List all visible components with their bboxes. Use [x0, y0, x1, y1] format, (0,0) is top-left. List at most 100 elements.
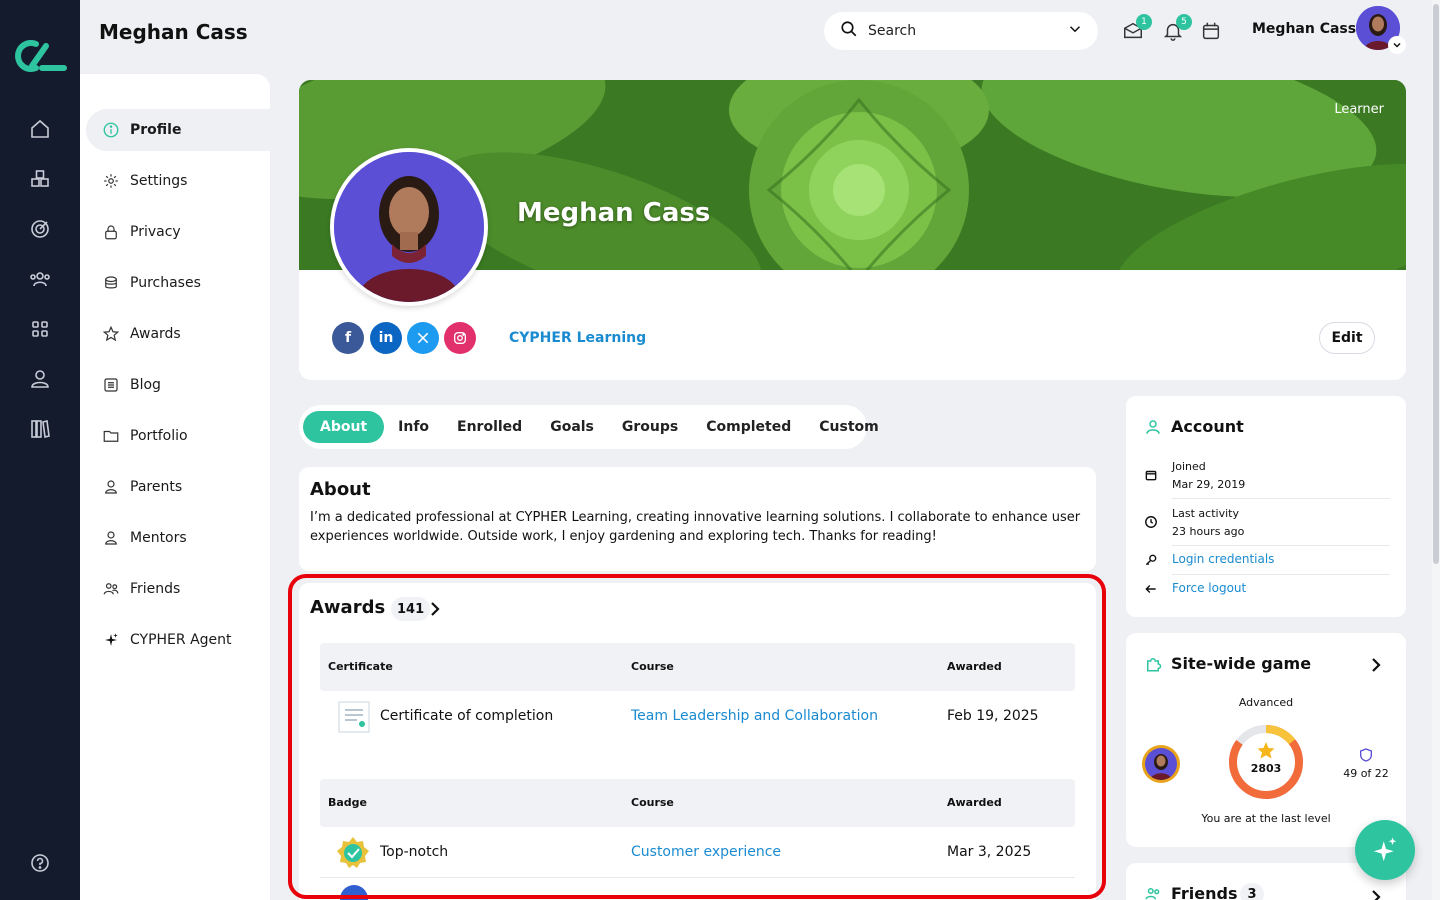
coins-icon — [105, 276, 117, 289]
sidebar-item-mentors[interactable]: Mentors — [86, 517, 270, 559]
home-icon[interactable] — [28, 117, 52, 141]
search-box[interactable] — [824, 12, 1098, 50]
instagram-icon[interactable] — [444, 322, 476, 354]
badge-table-header: Badge Course Awarded — [320, 779, 1075, 827]
facebook-icon[interactable]: f — [332, 322, 364, 354]
course-link[interactable]: Customer experience — [631, 844, 781, 860]
ai-assistant-button[interactable] — [1355, 820, 1415, 880]
tab-goals[interactable]: Goals — [536, 411, 608, 443]
tab-completed[interactable]: Completed — [692, 411, 805, 443]
search-input[interactable] — [868, 23, 1066, 39]
user-icon — [1144, 418, 1162, 440]
help-icon[interactable] — [28, 851, 52, 875]
library-icon[interactable] — [28, 417, 52, 441]
tab-enrolled[interactable]: Enrolled — [443, 411, 536, 443]
joined-text: Joined Mar 29, 2019 — [1172, 458, 1245, 494]
sidebar-item-label: Privacy — [130, 224, 181, 240]
account-title: Account — [1171, 417, 1244, 436]
user-icon[interactable] — [28, 367, 52, 391]
edit-profile-button[interactable]: Edit — [1319, 322, 1375, 354]
awards-title[interactable]: Awards — [310, 597, 385, 618]
last-activity-value: 23 hours ago — [1172, 525, 1245, 538]
tab-info[interactable]: Info — [384, 411, 443, 443]
sidebar-item-profile[interactable]: Profile — [86, 109, 270, 151]
sidebar-item-label: Portfolio — [130, 428, 188, 444]
login-credentials-link[interactable]: Login credentials — [1172, 550, 1274, 568]
sidebar-item-label: Profile — [130, 122, 182, 138]
puzzle-icon — [1144, 655, 1162, 677]
app-logo-icon[interactable] — [12, 36, 68, 76]
chevron-down-icon[interactable] — [1388, 36, 1406, 54]
star-icon — [102, 325, 120, 342]
gear-icon — [104, 174, 118, 188]
game-rank: 49 of 22 — [1343, 767, 1389, 780]
chevron-right-icon[interactable] — [1368, 655, 1384, 679]
lock-icon — [105, 225, 117, 240]
page-title: Meghan Cass — [99, 20, 248, 44]
about-text: I’m a dedicated professional at CYPHER L… — [310, 510, 1081, 544]
game-title[interactable]: Site-wide game — [1171, 654, 1311, 673]
sidebar-item-purchases[interactable]: Purchases — [86, 262, 270, 304]
awarded-date: Feb 19, 2025 — [947, 708, 1039, 724]
sidebar-item-privacy[interactable]: Privacy — [86, 211, 270, 253]
sidebar-item-blog[interactable]: Blog — [86, 364, 270, 406]
chevron-right-icon[interactable] — [1368, 887, 1384, 900]
apps-icon[interactable] — [28, 317, 52, 341]
about-title: About — [310, 479, 371, 500]
divider — [1172, 574, 1390, 575]
bell-icon[interactable]: 5 — [1162, 14, 1192, 42]
tab-custom[interactable]: Custom — [805, 411, 892, 443]
profile-name: Meghan Cass — [517, 198, 711, 228]
profile-organization-link[interactable]: CYPHER Learning — [509, 330, 646, 346]
joined-value: Mar 29, 2019 — [1172, 478, 1246, 491]
column-header: Course — [631, 796, 674, 809]
friends-count-badge: 3 — [1240, 883, 1264, 900]
calendar-icon — [1144, 468, 1158, 482]
divider — [1172, 545, 1390, 546]
x-icon[interactable] — [407, 322, 439, 354]
sidebar-item-label: Purchases — [130, 275, 201, 291]
sidebar-item-label: CYPHER Agent — [130, 632, 232, 648]
header-user-name[interactable]: Meghan Cass — [1252, 21, 1356, 37]
tab-groups[interactable]: Groups — [608, 411, 692, 443]
force-logout-link[interactable]: Force logout — [1172, 579, 1246, 597]
column-header: Certificate — [328, 660, 393, 673]
sidebar-item-label: Mentors — [130, 530, 187, 546]
sidebar-item-awards[interactable]: Awards — [86, 313, 270, 355]
column-header: Badge — [328, 796, 368, 809]
key-icon — [1144, 553, 1158, 567]
sidebar-item-label: Settings — [130, 173, 188, 189]
last-activity-text: Last activity 23 hours ago — [1172, 505, 1244, 541]
column-header: Awarded — [947, 796, 1002, 809]
tab-about[interactable]: About — [303, 411, 385, 443]
groups-icon[interactable] — [28, 267, 52, 291]
scrollbar-thumb[interactable] — [1433, 4, 1439, 564]
awarded-date: Mar 3, 2025 — [947, 844, 1032, 860]
goals-icon[interactable] — [28, 217, 52, 241]
chevron-right-icon[interactable] — [427, 599, 443, 619]
friends-icon — [103, 583, 119, 595]
certificate-name: Certificate of completion — [380, 708, 554, 724]
course-link[interactable]: Team Leadership and Collaboration — [631, 708, 878, 724]
friends-title[interactable]: Friends — [1171, 884, 1238, 900]
sidebar-item-cypher-agent[interactable]: CYPHER Agent — [86, 619, 270, 661]
chevron-down-icon[interactable] — [1066, 20, 1084, 42]
profile-tabs: About Info Enrolled Goals Groups Complet… — [299, 405, 879, 449]
linkedin-icon[interactable]: in — [370, 322, 402, 354]
certificate-icon — [338, 701, 370, 737]
sidebar-item-portfolio[interactable]: Portfolio — [86, 415, 270, 457]
catalog-icon[interactable] — [28, 167, 52, 191]
notification-badge: 5 — [1176, 14, 1192, 30]
sidebar-item-parents[interactable]: Parents — [86, 466, 270, 508]
table-row — [320, 878, 1075, 900]
game-footer: You are at the last level — [1201, 812, 1331, 825]
calendar-icon[interactable] — [1200, 20, 1222, 42]
mail-badge: 1 — [1136, 14, 1152, 30]
page-scrollbar[interactable] — [1432, 0, 1440, 900]
mail-icon[interactable]: 1 — [1122, 14, 1152, 42]
last-activity-label: Last activity — [1172, 507, 1239, 520]
sidebar-item-settings[interactable]: Settings — [86, 160, 270, 202]
sparkle-icon — [105, 633, 118, 646]
table-row: Top-notch Customer experience Mar 3, 202… — [320, 828, 1075, 878]
sidebar-item-friends[interactable]: Friends — [86, 568, 270, 610]
